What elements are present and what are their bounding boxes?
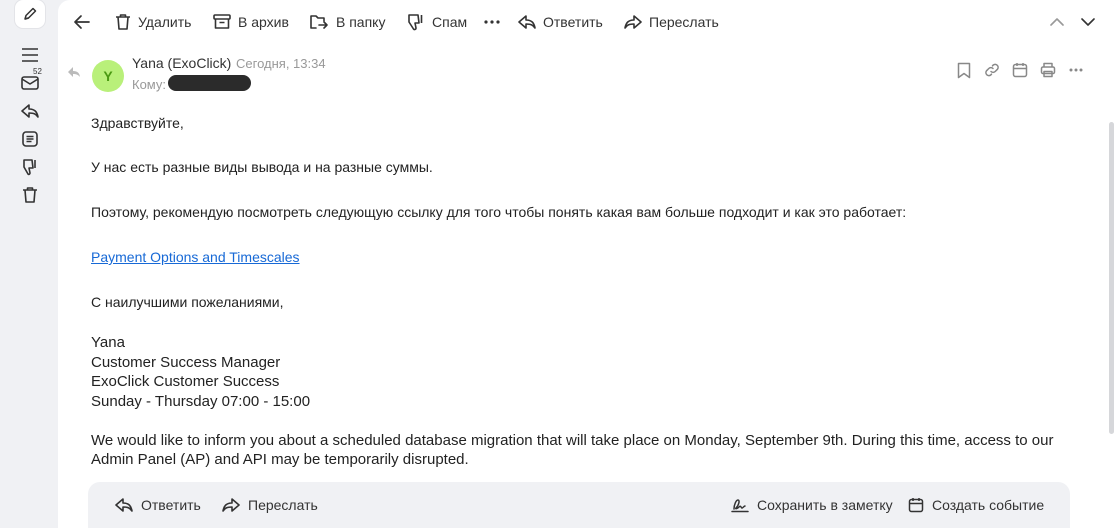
print-button[interactable] [1039,61,1057,79]
printer-icon [1040,62,1056,78]
compose-button[interactable] [15,0,45,28]
drafts-icon[interactable] [19,128,41,150]
spam-folder-icon[interactable] [19,156,41,178]
calendar-button[interactable] [1011,61,1029,79]
forward-icon [624,14,642,30]
message-more-button[interactable] [1067,61,1085,79]
calendar-icon [1012,62,1028,78]
scrollbar[interactable] [1109,122,1114,434]
move-to-folder-button[interactable]: В папку [309,11,385,33]
reply-label: Ответить [543,14,603,30]
signature-title: Customer Success Manager [91,354,281,371]
link-icon [984,62,1000,78]
folder-move-icon [309,14,329,30]
arrow-left-icon [73,14,91,30]
unread-count-badge: 52 [33,67,42,76]
signature-hours: Sunday - Thursday 07:00 - 15:00 [91,393,311,410]
chevron-up-icon [1050,18,1064,26]
left-rail: 52 [0,0,56,528]
reply-button[interactable]: Ответить [518,11,603,33]
back-button[interactable] [73,11,91,33]
forward-label: Переслать [649,14,719,30]
copy-link-button[interactable] [983,61,1001,79]
next-message-button[interactable] [1081,11,1095,33]
quick-forward-label: Переслать [248,497,318,513]
create-event-button[interactable]: Создать событие [908,495,1044,515]
notice-line-2: Admin Panel (AP) and API may be temporar… [91,451,469,468]
create-event-label: Создать событие [932,497,1045,513]
trash-icon [115,13,131,31]
save-to-note-button[interactable]: Сохранить в заметку [731,495,893,515]
message-date: Сегодня, 13:34 [236,56,326,71]
signature-team: ExoClick Customer Success [91,373,280,390]
quick-reply-bar: Ответить Переслать Сохранить в заметку С… [88,482,1070,528]
sender-avatar[interactable]: Y [92,60,124,92]
message-toolbar: Удалить В архив В папку Спам Ответить Пе… [58,0,1116,44]
spam-button[interactable]: Спам [407,11,467,33]
bookmark-icon [957,62,971,79]
delete-button[interactable]: Удалить [115,11,191,33]
save-to-note-label: Сохранить в заметку [757,497,893,513]
spam-label: Спам [432,14,468,30]
sent-icon[interactable] [19,100,41,122]
notice-line-1: We would like to inform you about a sche… [91,432,1054,449]
archive-label: В архив [238,14,289,30]
calendar-icon [908,497,924,513]
bookmark-button[interactable] [955,61,973,79]
menu-icon[interactable] [19,44,41,66]
quick-reply-button[interactable]: Ответить [115,495,201,515]
forward-button[interactable]: Переслать [624,11,719,33]
more-dots-icon [1069,68,1083,72]
reply-icon [518,14,536,30]
body-greeting: Здравствуйте, [91,115,184,131]
quick-reply-label: Ответить [141,497,201,513]
to-folder-label: В папку [336,14,386,30]
body-line-1: У нас есть разные виды вывода и на разны… [91,159,433,175]
archive-icon [213,14,231,30]
signature-pen-icon [731,497,749,513]
reply-icon [115,497,133,513]
previous-message-button[interactable] [1050,11,1064,33]
payment-options-link[interactable]: Payment Options and Timescales [91,249,300,265]
thumbs-down-icon [407,13,425,31]
pencil-icon [22,6,38,22]
signature-name: Yana [91,334,125,351]
trash-icon[interactable] [19,184,41,206]
body-line-2: Поэтому, рекомендую посмотреть следующую… [91,204,907,220]
redacted-recipient [168,75,251,91]
replied-indicator-icon [68,67,80,77]
more-actions-button[interactable] [484,11,500,33]
recipient-label: Кому: [132,77,166,92]
message-panel: Удалить В архив В папку Спам Ответить Пе… [58,0,1116,528]
more-dots-icon [484,20,500,24]
archive-button[interactable]: В архив [213,11,289,33]
quick-forward-button[interactable]: Переслать [222,495,318,515]
forward-icon [222,497,240,513]
chevron-down-icon [1081,18,1095,26]
body-regards: С наилучшими пожеланиями, [91,294,284,310]
sender-name[interactable]: Yana (ExoClick) [132,55,231,71]
delete-label: Удалить [138,14,192,30]
